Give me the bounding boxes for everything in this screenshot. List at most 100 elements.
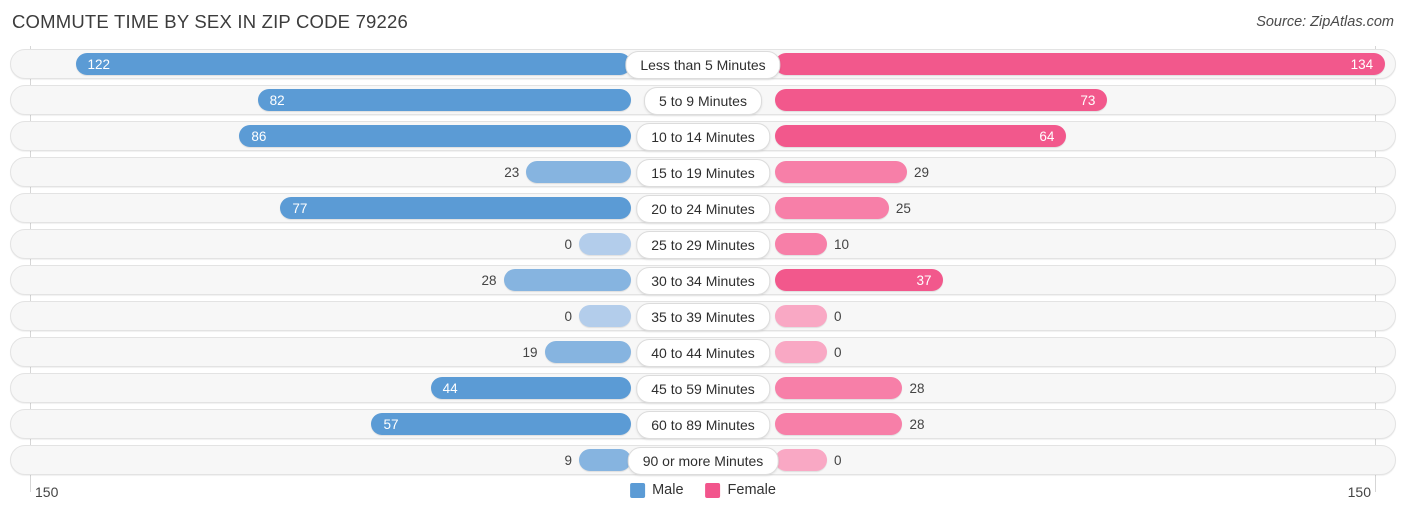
category-label: 90 or more Minutes: [627, 447, 779, 475]
female-value: 25: [895, 200, 911, 216]
male-value: 23: [504, 164, 520, 180]
male-value: 0: [564, 236, 572, 252]
male-bar[interactable]: 77: [280, 197, 631, 219]
male-value: 77: [292, 200, 308, 216]
male-half: 122: [10, 46, 703, 82]
chart-row: 23 29 15 to 19 Minutes: [10, 154, 1396, 190]
male-bar[interactable]: 122: [75, 53, 631, 75]
page-title: COMMUTE TIME BY SEX IN ZIP CODE 79226: [12, 11, 409, 32]
category-label: 40 to 44 Minutes: [636, 339, 770, 367]
legend-swatch-icon: [630, 482, 646, 498]
female-bar[interactable]: [775, 161, 908, 183]
category-label: 20 to 24 Minutes: [636, 195, 770, 223]
chart-row: 122 134 Less than 5 Minutes: [10, 46, 1396, 82]
chart-row: 86 64 10 to 14 Minutes: [10, 118, 1396, 154]
female-bar[interactable]: [775, 449, 827, 471]
category-label: 10 to 14 Minutes: [636, 123, 770, 151]
male-half: 0: [10, 226, 703, 262]
female-half: 0: [703, 298, 1396, 334]
female-half: 29: [703, 154, 1396, 190]
female-bar[interactable]: 64: [775, 125, 1067, 147]
chart-row: 77 25 20 to 24 Minutes: [10, 190, 1396, 226]
chart-row: 19 0 40 to 44 Minutes: [10, 334, 1396, 370]
female-half: 64: [703, 118, 1396, 154]
chart-row: 0 10 25 to 29 Minutes: [10, 226, 1396, 262]
category-label: 5 to 9 Minutes: [644, 87, 762, 115]
male-bar[interactable]: [579, 233, 631, 255]
male-value: 9: [564, 452, 572, 468]
category-label: 60 to 89 Minutes: [636, 411, 770, 439]
female-value: 134: [1350, 56, 1374, 72]
male-value: 19: [522, 344, 538, 360]
female-value: 0: [834, 308, 842, 324]
male-half: 77: [10, 190, 703, 226]
chart-row: 57 28 60 to 89 Minutes: [10, 406, 1396, 442]
chart-row: 28 37 30 to 34 Minutes: [10, 262, 1396, 298]
male-half: 19: [10, 334, 703, 370]
female-half: 37: [703, 262, 1396, 298]
chart-row: 44 28 45 to 59 Minutes: [10, 370, 1396, 406]
legend-label: Male: [652, 482, 684, 498]
female-value: 10: [834, 236, 850, 252]
female-bar[interactable]: 73: [775, 89, 1108, 111]
male-bar[interactable]: 82: [257, 89, 631, 111]
male-bar[interactable]: 44: [430, 377, 631, 399]
axis-label-left-max: 150: [35, 484, 59, 500]
female-bar[interactable]: [775, 305, 827, 327]
category-label: 25 to 29 Minutes: [636, 231, 770, 259]
axis-label-right-max: 150: [1347, 484, 1371, 500]
female-half: 28: [703, 406, 1396, 442]
male-half: 9: [10, 442, 703, 478]
legend-item-male[interactable]: Male: [630, 482, 684, 498]
male-bar[interactable]: 86: [239, 125, 631, 147]
male-bar[interactable]: [544, 341, 631, 363]
chart-row: 9 0 90 or more Minutes: [10, 442, 1396, 478]
male-bar[interactable]: 57: [371, 413, 631, 435]
male-half: 28: [10, 262, 703, 298]
female-half: 28: [703, 370, 1396, 406]
female-value: 0: [834, 452, 842, 468]
male-half: 86: [10, 118, 703, 154]
male-bar[interactable]: [503, 269, 631, 291]
male-value: 57: [383, 416, 399, 432]
male-value: 122: [87, 56, 111, 72]
source-attribution: Source: ZipAtlas.com: [1256, 14, 1394, 30]
male-bar[interactable]: [526, 161, 631, 183]
female-half: 134: [703, 46, 1396, 82]
female-value: 64: [1039, 128, 1055, 144]
female-value: 0: [834, 344, 842, 360]
female-bar[interactable]: [775, 341, 827, 363]
male-value: 82: [269, 92, 285, 108]
legend-item-female[interactable]: Female: [705, 482, 776, 498]
female-bar[interactable]: 37: [775, 269, 944, 291]
male-bar[interactable]: [579, 305, 631, 327]
category-label: Less than 5 Minutes: [625, 51, 781, 79]
male-half: 57: [10, 406, 703, 442]
female-value: 29: [914, 164, 930, 180]
female-bar[interactable]: [775, 413, 903, 435]
category-label: 35 to 39 Minutes: [636, 303, 770, 331]
chart-footer: 150 Male Female 150: [10, 478, 1396, 518]
female-half: 10: [703, 226, 1396, 262]
female-bar[interactable]: 134: [775, 53, 1386, 75]
female-half: 0: [703, 442, 1396, 478]
chart-header: COMMUTE TIME BY SEX IN ZIP CODE 79226 So…: [0, 0, 1406, 46]
male-value: 28: [481, 272, 497, 288]
female-bar[interactable]: [775, 197, 889, 219]
female-value: 73: [1080, 92, 1096, 108]
female-value: 28: [909, 416, 925, 432]
category-label: 45 to 59 Minutes: [636, 375, 770, 403]
male-value: 0: [564, 308, 572, 324]
chart-row: 0 0 35 to 39 Minutes: [10, 298, 1396, 334]
female-bar[interactable]: [775, 233, 827, 255]
male-half: 0: [10, 298, 703, 334]
female-half: 73: [703, 82, 1396, 118]
male-half: 23: [10, 154, 703, 190]
male-half: 82: [10, 82, 703, 118]
male-bar[interactable]: [579, 449, 631, 471]
chart-legend: Male Female: [630, 482, 776, 498]
legend-label: Female: [727, 482, 776, 498]
category-label: 15 to 19 Minutes: [636, 159, 770, 187]
female-bar[interactable]: [775, 377, 903, 399]
chart-row: 82 73 5 to 9 Minutes: [10, 82, 1396, 118]
